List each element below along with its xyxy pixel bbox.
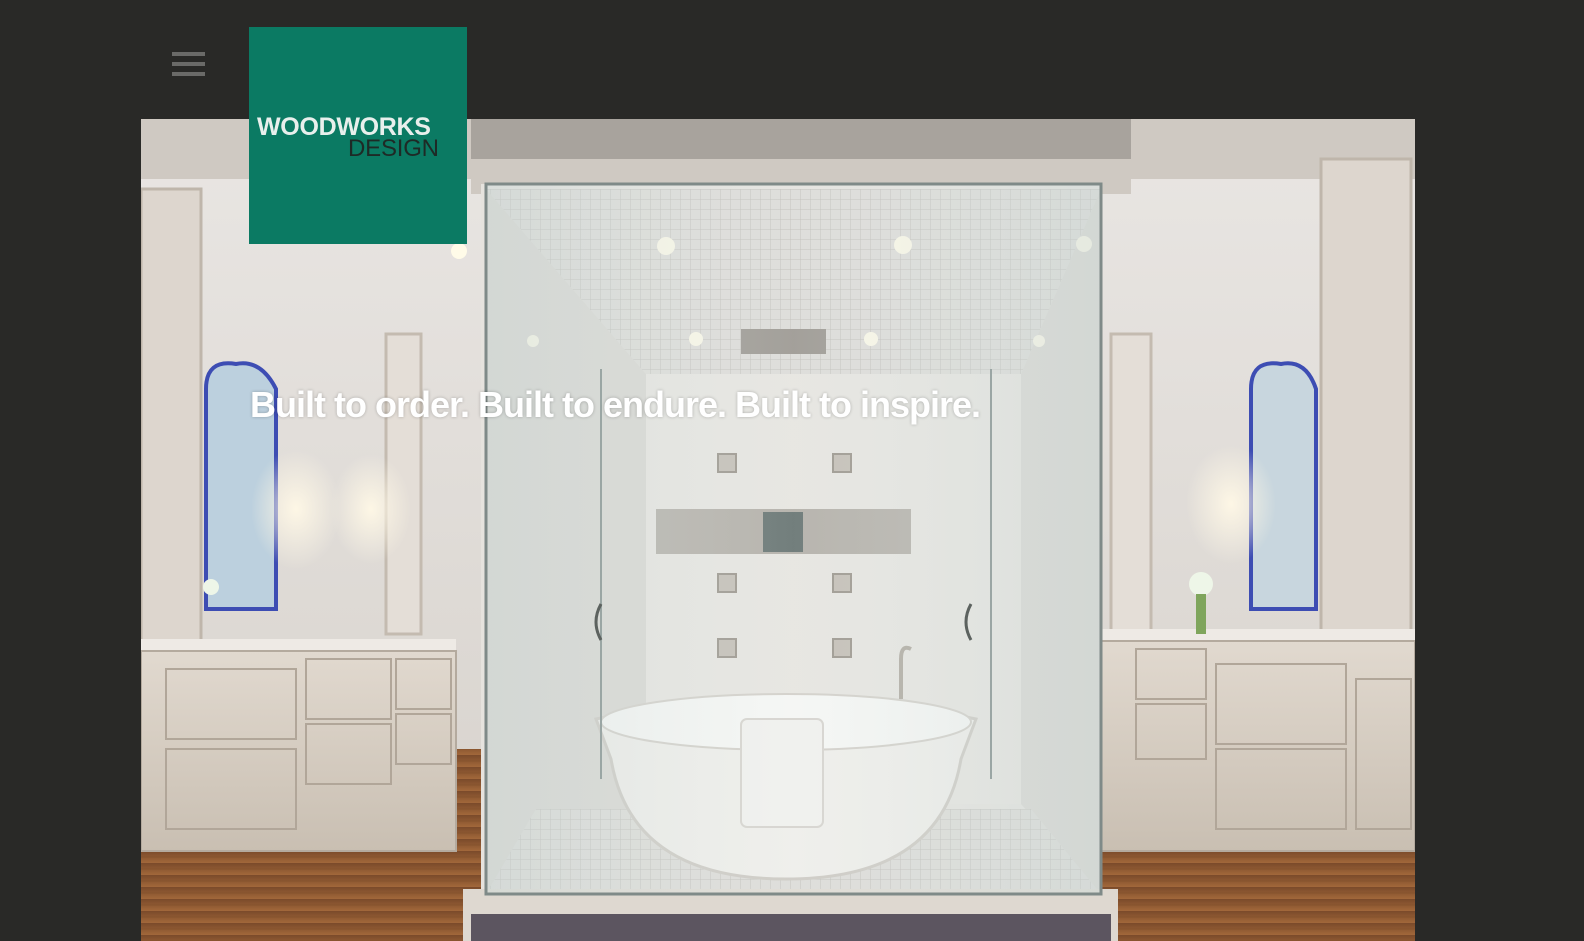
menu-bar bbox=[172, 52, 205, 56]
page: WOODWORKS DESIGN Built to order. Built t… bbox=[0, 0, 1584, 941]
menu-bar bbox=[172, 72, 205, 76]
hamburger-menu-icon[interactable] bbox=[172, 52, 206, 80]
menu-bar bbox=[172, 62, 205, 66]
site-logo[interactable]: WOODWORKS DESIGN bbox=[249, 27, 467, 244]
logo-subtitle: DESIGN bbox=[348, 135, 439, 162]
hero-tagline: Built to order. Built to endure. Built t… bbox=[250, 384, 981, 425]
